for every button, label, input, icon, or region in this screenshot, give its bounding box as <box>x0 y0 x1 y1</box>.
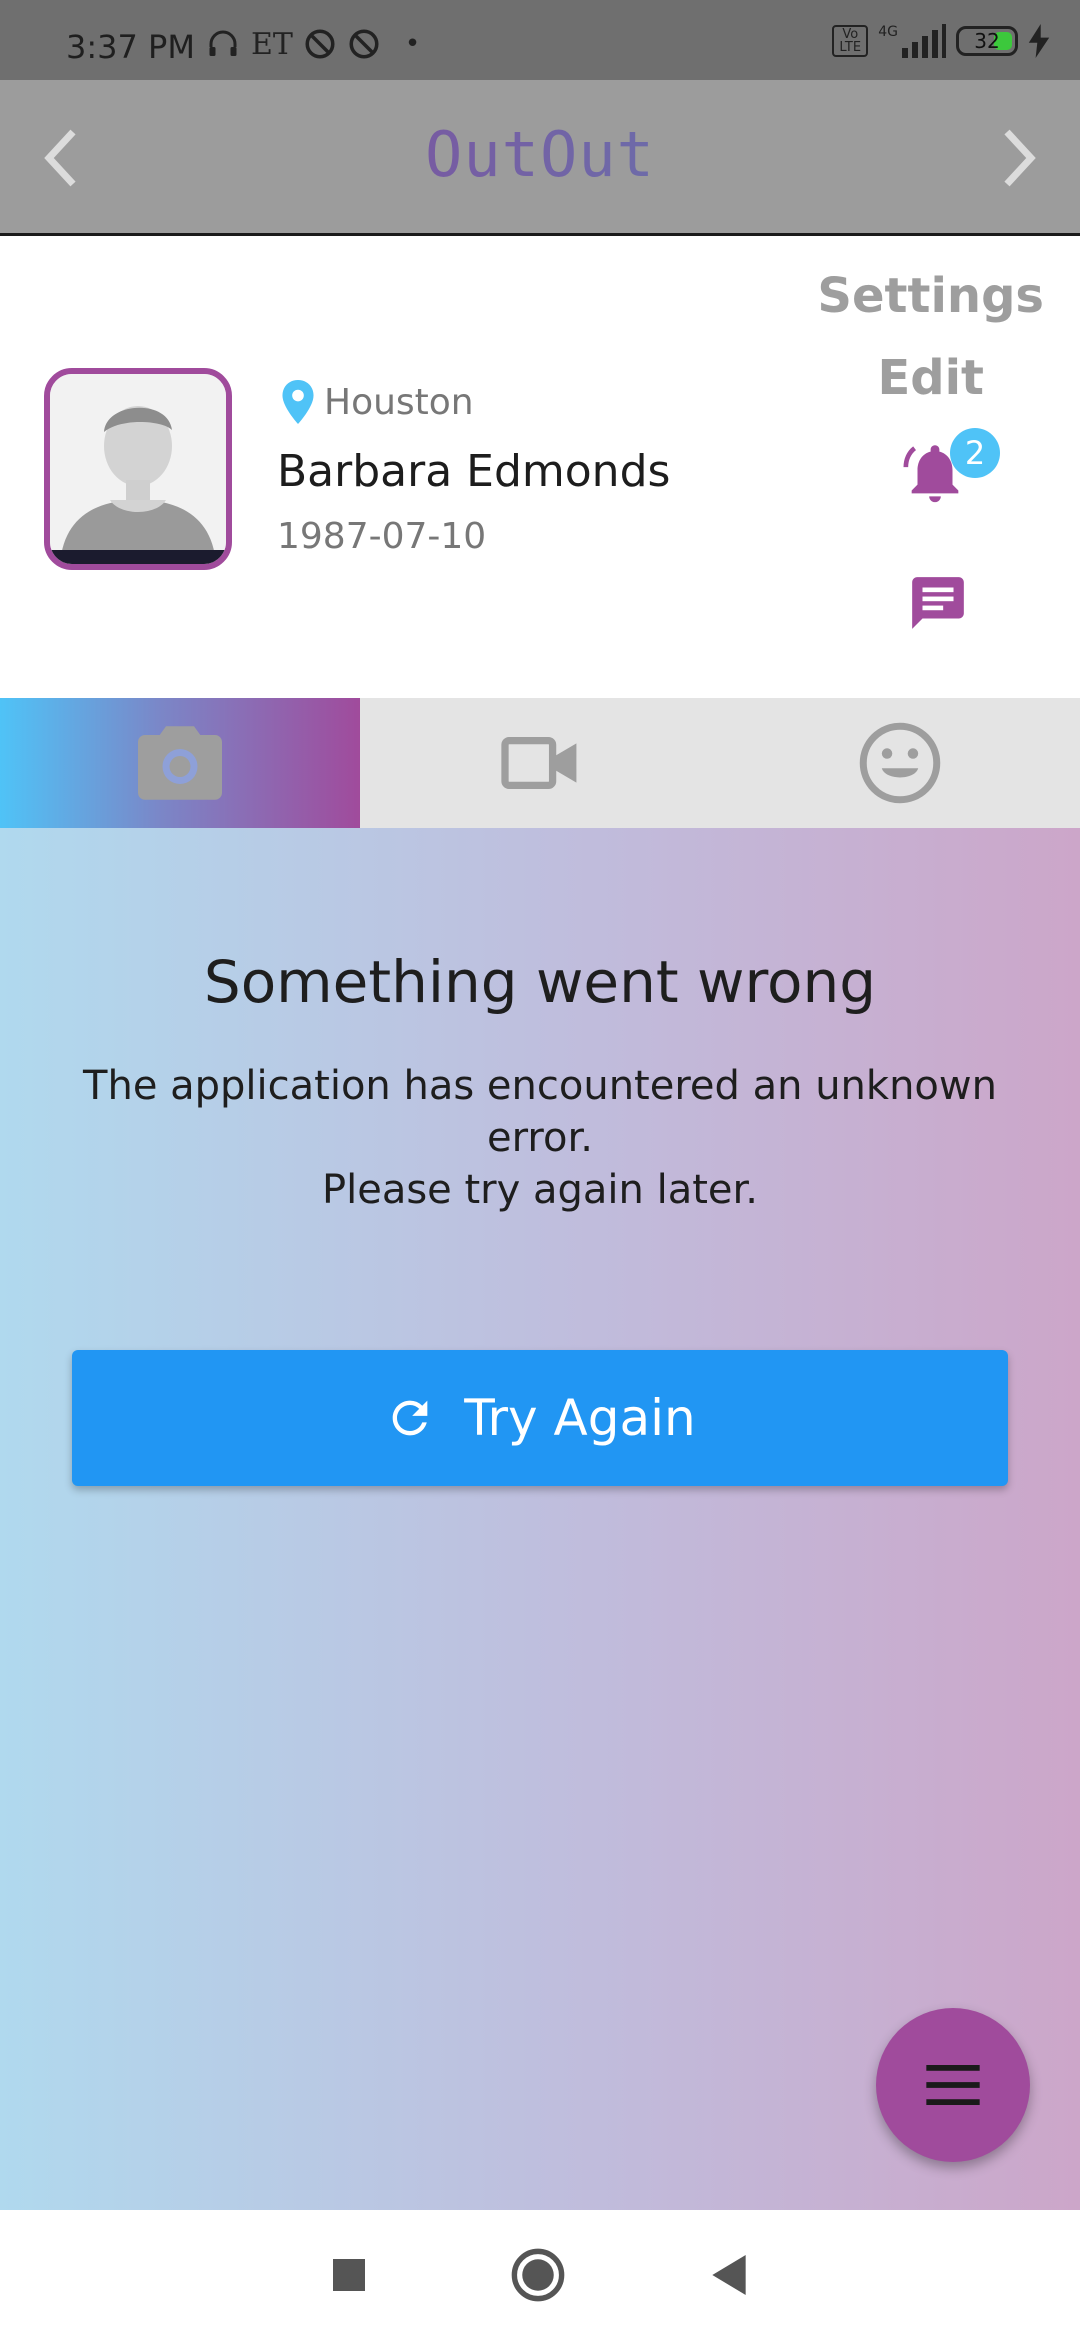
home-button[interactable] <box>511 2248 565 2302</box>
smiley-icon <box>859 722 941 804</box>
try-again-label: Try Again <box>464 1389 696 1447</box>
menu-icon <box>926 2065 980 2105</box>
dot-icon: • <box>404 29 421 59</box>
charging-bolt-icon <box>1028 24 1050 58</box>
chevron-right-icon[interactable] <box>984 120 1054 196</box>
back-button[interactable] <box>711 2255 747 2295</box>
settings-button[interactable]: Settings <box>817 268 1044 324</box>
tab-videos[interactable] <box>360 698 720 828</box>
notification-badge: 2 <box>950 428 1000 478</box>
recents-button[interactable] <box>333 2259 365 2291</box>
status-icons-left: ET • <box>205 26 420 62</box>
error-title: Something went wrong <box>203 948 877 1016</box>
location: Houston <box>282 380 474 424</box>
headset-icon <box>209 30 237 56</box>
camera-icon <box>138 726 222 800</box>
status-time: 3:37 PM <box>66 28 195 66</box>
system-nav-bar <box>0 2210 1080 2340</box>
error-message: The application has encountered an unkno… <box>60 1060 1020 1216</box>
volte-label: Vo LTE <box>832 25 869 57</box>
media-tabs <box>0 698 1080 828</box>
messages-button[interactable] <box>906 572 970 634</box>
edit-button[interactable]: Edit <box>877 350 984 406</box>
tab-stickers[interactable] <box>720 698 1080 828</box>
status-icons-right: Vo LTE 4G 32 <box>832 24 1050 58</box>
status-bar: 3:37 PM ET • Vo LTE 4G 32 <box>0 0 1080 80</box>
blocked-icon <box>349 29 379 59</box>
carrier-label: ET <box>251 26 293 62</box>
video-camera-icon <box>501 736 577 790</box>
app-bar: OutOut <box>0 80 1080 236</box>
profile-dob: 1987-07-10 <box>277 516 487 557</box>
location-text: Houston <box>324 381 474 423</box>
menu-fab[interactable] <box>876 2008 1030 2162</box>
blocked-icon <box>305 29 335 59</box>
avatar[interactable] <box>44 368 232 570</box>
battery-icon: 32 <box>956 26 1018 56</box>
profile-name: Barbara Edmonds <box>277 446 671 497</box>
try-again-button[interactable]: Try Again <box>72 1350 1008 1486</box>
chat-icon <box>912 577 964 629</box>
network-label: 4G <box>878 24 898 40</box>
battery-level: 32 <box>974 29 1000 53</box>
app-logo: OutOut <box>0 118 1080 191</box>
profile-header: Houston Barbara Edmonds 1987-07-10 Setti… <box>0 238 1080 698</box>
signal-icon <box>902 24 946 58</box>
refresh-icon <box>392 1400 428 1436</box>
person-silhouette-icon <box>50 374 226 564</box>
error-message-line2: Please try again later. <box>321 1167 759 1213</box>
location-pin-icon <box>282 380 314 424</box>
error-message-line1: The application has encountered an unkno… <box>83 1063 997 1161</box>
tab-photos[interactable] <box>0 698 360 828</box>
content-area: Something went wrong The application has… <box>0 828 1080 2210</box>
